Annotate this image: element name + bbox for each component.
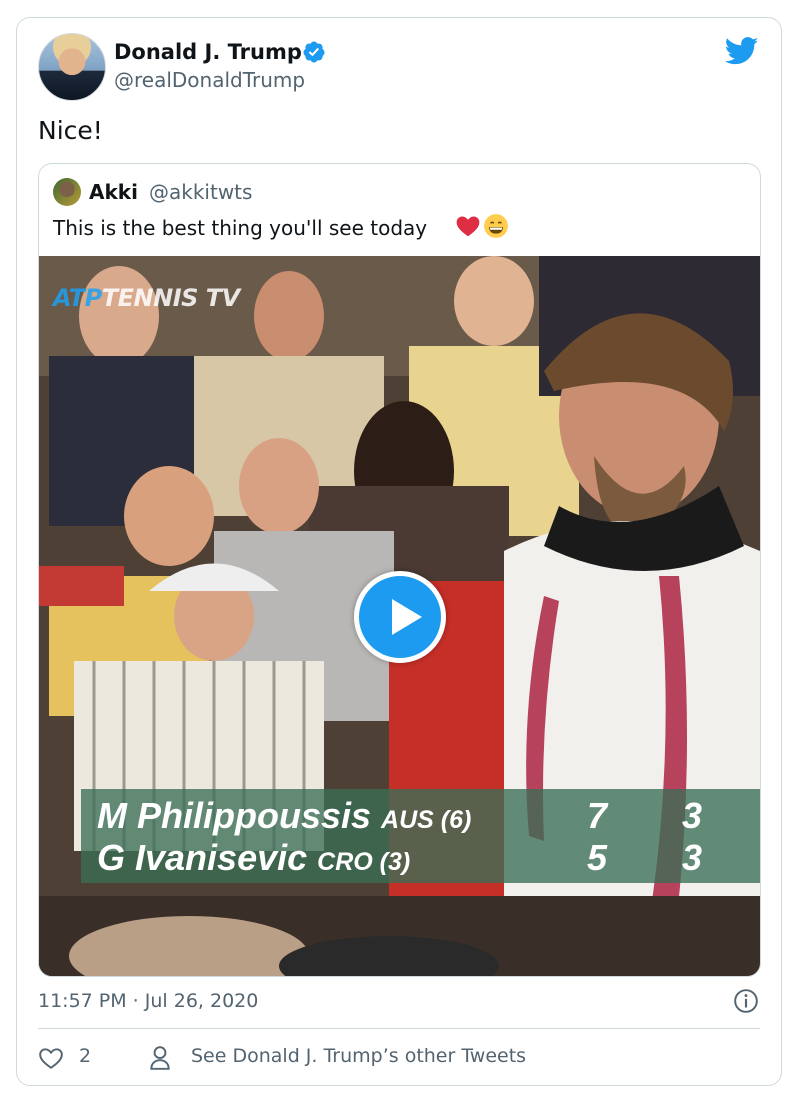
other-tweets-link[interactable]: See Donald J. Trump’s other Tweets: [191, 1045, 526, 1067]
set-score: 3: [682, 795, 703, 836]
grinning-face-icon: [484, 214, 508, 238]
quoted-author-name[interactable]: Akki: [89, 180, 138, 204]
player-name: G Ivanisevic CRO (3): [97, 837, 411, 878]
red-heart-icon: [456, 216, 480, 237]
player-name: M Philippoussis AUS (6): [97, 795, 472, 836]
quoted-author-handle[interactable]: @akkitwts: [149, 180, 252, 204]
set-score: 3: [682, 837, 703, 878]
quoted-tweet-text: This is the best thing you'll see today: [53, 216, 428, 240]
author-avatar[interactable]: [38, 33, 106, 101]
tennis-tv-watermark: ATPTENNIS TV: [53, 284, 240, 312]
tweet-timestamp[interactable]: 11:57 PM · Jul 26, 2020: [38, 990, 258, 1012]
quoted-author-avatar[interactable]: [53, 178, 81, 206]
tweet-text: Nice!: [38, 116, 103, 145]
person-icon[interactable]: [149, 1045, 171, 1071]
play-button-icon[interactable]: [354, 571, 446, 663]
author-name[interactable]: Donald J. Trump: [114, 40, 302, 64]
twitter-bird-icon[interactable]: [725, 37, 759, 65]
scoreboard-overlay: M Philippoussis AUS (6) 7 3 G Ivanisevic…: [81, 789, 760, 883]
like-count[interactable]: 2: [79, 1045, 91, 1067]
heart-icon[interactable]: [38, 1046, 64, 1070]
set-score: 5: [587, 837, 608, 878]
verified-badge-icon: [303, 41, 325, 63]
embedded-tweet-card[interactable]: Donald J. Trump @realDonaldTrump Nice! A…: [16, 17, 782, 1086]
video-thumbnail[interactable]: ATPTENNIS TV M Philippoussis AUS (6) 7 3…: [39, 256, 760, 976]
set-score: 7: [587, 795, 608, 836]
quoted-tweet[interactable]: Akki @akkitwts This is the best thing yo…: [38, 163, 761, 977]
info-icon[interactable]: [733, 988, 759, 1014]
quoted-tweet-emoji: [455, 213, 509, 239]
author-handle[interactable]: @realDonaldTrump: [114, 68, 305, 92]
divider: [38, 1028, 760, 1029]
